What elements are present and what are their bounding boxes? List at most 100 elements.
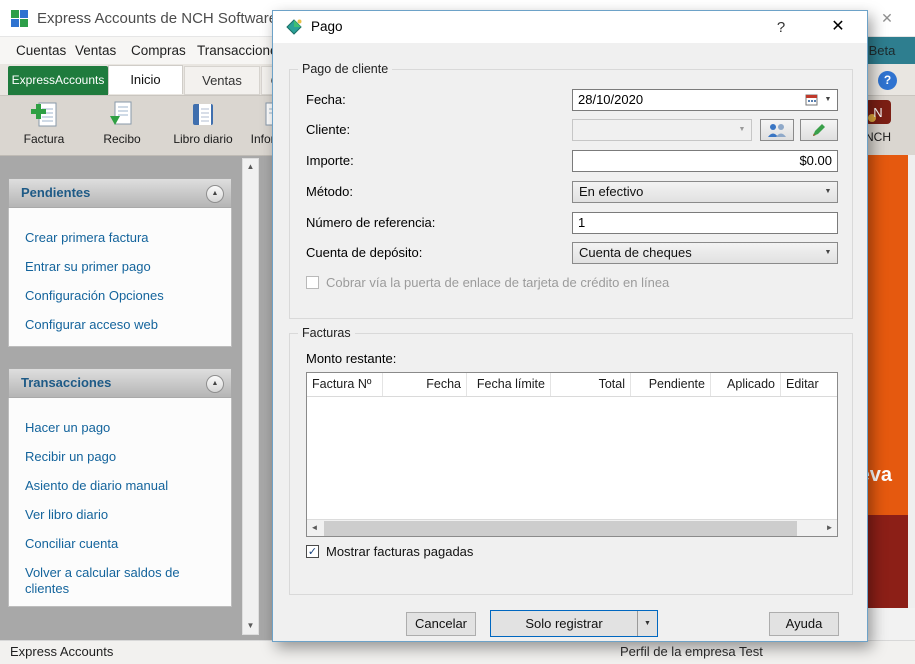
sidebar-link-recalcular-saldos[interactable]: Volver a calcular saldos de clientes: [25, 565, 221, 597]
metodo-value: En efectivo: [579, 184, 644, 199]
tab-ventas[interactable]: Ventas: [184, 66, 260, 95]
register-dropdown-icon[interactable]: ▼: [638, 611, 657, 636]
scroll-down-icon[interactable]: ▼: [243, 618, 258, 634]
invoices-table: Factura Nº Fecha Fecha límite Total Pend…: [306, 372, 838, 537]
status-bar: [0, 640, 915, 664]
window-title: Express Accounts de NCH Software: [37, 10, 278, 27]
dialog-titlebar: Pago ? ✕: [273, 11, 867, 43]
importe-label: Importe:: [306, 153, 354, 168]
right-edge: [908, 155, 915, 608]
svg-text:N: N: [873, 105, 882, 120]
deposito-label: Cuenta de depósito:: [306, 245, 423, 260]
app-icon: [10, 9, 29, 28]
sidebar-section-pendientes[interactable]: Pendientes ▲: [8, 178, 232, 208]
scroll-up-icon[interactable]: ▲: [243, 159, 258, 175]
register-only-label[interactable]: Solo registrar: [491, 611, 638, 636]
collapse-up-icon[interactable]: ▲: [206, 375, 224, 393]
pago-dialog: Pago ? ✕ Pago de cliente Fecha: 28/10/20…: [272, 10, 868, 642]
company-profile-text: Perfil de la empresa Test: [620, 644, 763, 659]
edit-pencil-icon: [813, 124, 825, 136]
toolbar-recibo-button[interactable]: Recibo: [90, 98, 154, 153]
collapse-up-icon[interactable]: ▲: [206, 185, 224, 203]
show-paid-checkbox[interactable]: ✓: [306, 545, 319, 558]
col-fecha-limite[interactable]: Fecha límite: [467, 373, 551, 396]
fecha-field[interactable]: 28/10/2020 ▼: [572, 89, 838, 111]
col-factura-n[interactable]: Factura Nº: [307, 373, 383, 396]
invoices-group-title: Facturas: [298, 326, 355, 340]
referencia-value: 1: [578, 215, 586, 230]
edit-customer-button[interactable]: [800, 119, 838, 141]
cliente-dropdown-icon: ▼: [738, 126, 746, 133]
menu-cuentas[interactable]: Cuentas: [16, 37, 66, 64]
invoices-group: Facturas Monto restante: Factura Nº Fech…: [289, 326, 853, 595]
menu-compras[interactable]: Compras: [131, 37, 186, 64]
scroll-right-icon[interactable]: ►: [822, 520, 837, 536]
sidebar-scrollbar[interactable]: ▲ ▼: [242, 158, 259, 635]
dialog-close-icon[interactable]: ✕: [821, 14, 855, 40]
gateway-checkbox-label: Cobrar vía la puerta de enlace de tarjet…: [326, 275, 670, 290]
scroll-left-icon[interactable]: ◄: [307, 520, 322, 536]
invoices-table-body: [307, 397, 837, 519]
toolbar-factura-label: Factura: [23, 132, 65, 146]
sidebar-link-asiento-manual[interactable]: Asiento de diario manual: [25, 478, 221, 494]
toolbar-recibo-label: Recibo: [103, 132, 141, 146]
fecha-dropdown-icon[interactable]: ▼: [819, 90, 837, 110]
section-pendientes-title: Pendientes: [21, 185, 91, 200]
gateway-checkbox: [306, 276, 319, 289]
toolbar-libro-diario-label: Libro diario: [173, 132, 233, 146]
calendar-icon[interactable]: [805, 93, 819, 107]
invoices-table-header: Factura Nº Fecha Fecha límite Total Pend…: [307, 373, 837, 397]
sidebar-section-transacciones[interactable]: Transacciones ▲: [8, 368, 232, 398]
col-pendiente[interactable]: Pendiente: [631, 373, 711, 396]
section-transacciones-title: Transacciones: [21, 375, 112, 390]
remaining-amount-label: Monto restante:: [306, 351, 397, 366]
cliente-combo: ▼: [572, 119, 752, 141]
metodo-label: Método:: [306, 184, 353, 199]
metodo-combo[interactable]: En efectivo ▼: [572, 181, 838, 203]
importe-field[interactable]: $0.00: [572, 150, 838, 172]
window-close-icon[interactable]: ✕: [872, 7, 902, 30]
sidebar-link-primer-pago[interactable]: Entrar su primer pago: [25, 259, 221, 275]
col-editar[interactable]: Editar: [781, 373, 837, 396]
sidebar-link-hacer-pago[interactable]: Hacer un pago: [25, 420, 221, 436]
show-paid-checkbox-label: Mostrar facturas pagadas: [326, 544, 474, 559]
menu-ventas[interactable]: Ventas: [75, 37, 116, 64]
customers-icon: [768, 124, 786, 137]
journal-book-icon: [187, 98, 219, 130]
select-customer-button[interactable]: [760, 119, 794, 141]
invoices-hscrollbar[interactable]: ◄ ►: [307, 519, 837, 536]
toolbar-libro-diario-button[interactable]: Libro diario: [164, 98, 242, 153]
tab-inicio[interactable]: Inicio: [108, 65, 183, 94]
col-aplicado[interactable]: Aplicado: [711, 373, 781, 396]
sidebar-link-acceso-web[interactable]: Configurar acceso web: [25, 317, 221, 333]
importe-value: $0.00: [799, 153, 832, 168]
deposito-value: Cuenta de cheques: [579, 245, 692, 260]
sidebar-panel-pendientes: Crear primera factura Entrar su primer p…: [8, 208, 232, 347]
sidebar-link-configuracion-opciones[interactable]: Configuración Opciones: [25, 288, 221, 304]
referencia-field[interactable]: 1: [572, 212, 838, 234]
register-only-button[interactable]: Solo registrar ▼: [490, 610, 658, 637]
dialog-help-icon[interactable]: ?: [767, 16, 795, 40]
payment-group: Pago de cliente Fecha: 28/10/2020 ▼ Clie…: [289, 62, 853, 319]
payment-diamond-icon: [285, 18, 303, 36]
invoice-plus-icon: [28, 98, 60, 130]
referencia-label: Número de referencia:: [306, 215, 436, 230]
metodo-dropdown-icon[interactable]: ▼: [819, 182, 837, 202]
cancel-button[interactable]: Cancelar: [406, 612, 476, 636]
sidebar-link-ver-libro[interactable]: Ver libro diario: [25, 507, 221, 523]
deposito-dropdown-icon[interactable]: ▼: [819, 243, 837, 263]
ayuda-button[interactable]: Ayuda: [769, 612, 839, 636]
col-total[interactable]: Total: [551, 373, 631, 396]
toolbar-factura-button[interactable]: Factura: [12, 98, 76, 153]
sidebar-link-crear-factura[interactable]: Crear primera factura: [25, 230, 221, 246]
hscroll-thumb[interactable]: [324, 521, 797, 536]
fecha-label: Fecha:: [306, 92, 346, 107]
cliente-label: Cliente:: [306, 122, 351, 137]
deposito-combo[interactable]: Cuenta de cheques ▼: [572, 242, 838, 264]
tab-expressaccounts[interactable]: ExpressAccounts: [8, 66, 108, 95]
col-fecha[interactable]: Fecha: [383, 373, 467, 396]
fecha-value: 28/10/2020: [578, 92, 644, 107]
sidebar-link-conciliar-cuenta[interactable]: Conciliar cuenta: [25, 536, 221, 552]
help-icon[interactable]: ?: [878, 71, 897, 90]
sidebar-link-recibir-pago[interactable]: Recibir un pago: [25, 449, 221, 465]
